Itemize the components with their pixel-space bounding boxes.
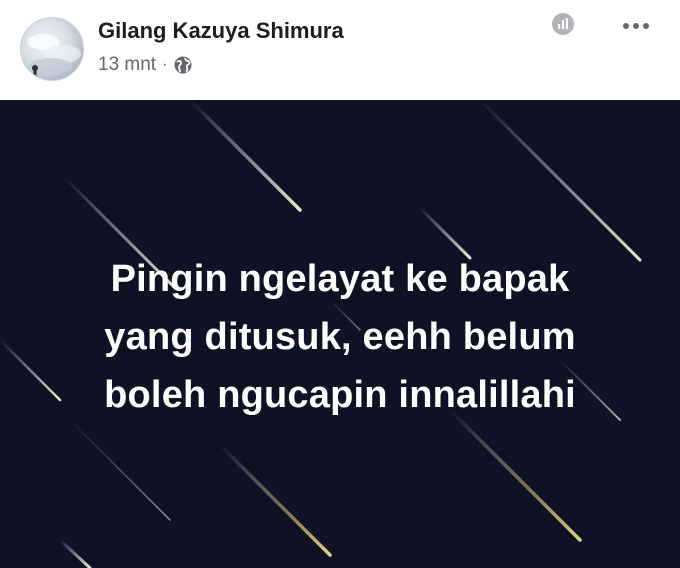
post-timestamp[interactable]: 13 mnt [98, 54, 156, 76]
post-text-line: Pingin ngelayat ke bapak [110, 258, 570, 300]
avatar-image [27, 34, 81, 77]
globe-icon[interactable] [173, 55, 193, 75]
post-header: Gilang Kazuya Shimura 13 mnt · [0, 0, 680, 100]
avatar[interactable] [20, 17, 84, 81]
insights-icon[interactable] [551, 12, 575, 36]
more-options-icon[interactable] [621, 20, 651, 32]
post-text-line: yang ditusuk, eehh belum [104, 316, 576, 358]
meta-separator: · [162, 56, 168, 73]
post-text-line: boleh ngucapin innalillahi [104, 374, 576, 416]
post-meta: 13 mnt · [98, 53, 193, 77]
post-text: Pingin ngelayat ke bapak yang ditusuk, e… [40, 250, 640, 424]
post-image[interactable]: Pingin ngelayat ke bapak yang ditusuk, e… [0, 100, 680, 568]
author-name[interactable]: Gilang Kazuya Shimura [98, 18, 344, 44]
